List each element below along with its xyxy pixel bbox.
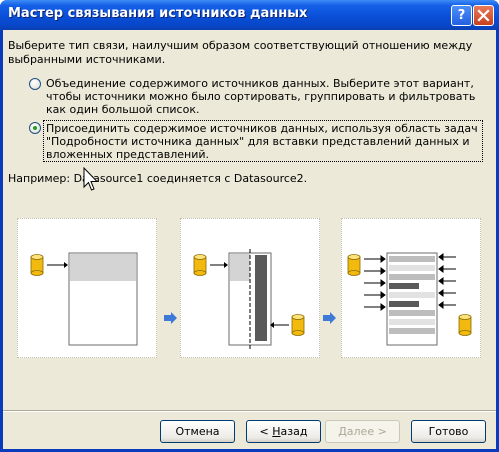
database-icon bbox=[291, 314, 305, 336]
option-join-label[interactable]: Присоединить содержимое источников данны… bbox=[46, 122, 478, 161]
flow-arrow-icon bbox=[323, 309, 337, 328]
back-rest: азад bbox=[280, 425, 308, 438]
intro-text: Выберите тип связи, наилучшим образом со… bbox=[8, 39, 473, 66]
form-view-icon bbox=[68, 252, 138, 346]
close-icon bbox=[477, 9, 490, 22]
close-button[interactable] bbox=[473, 5, 494, 26]
button-separator bbox=[3, 410, 496, 412]
example-text: Например: Datasource1 соединяется с Data… bbox=[8, 172, 308, 185]
radio-merge[interactable] bbox=[29, 78, 41, 90]
window-title: Мастер связывания источников данных bbox=[8, 6, 308, 21]
flow-arrow-icon bbox=[164, 309, 178, 328]
database-icon bbox=[458, 314, 472, 336]
back-prefix: < bbox=[259, 425, 273, 438]
database-icon bbox=[347, 254, 361, 276]
radio-join[interactable] bbox=[29, 122, 41, 134]
dialog-window: Мастер связывания источников данных ? Вы… bbox=[0, 0, 499, 452]
title-bar[interactable]: Мастер связывания источников данных ? bbox=[0, 0, 499, 30]
diagram-panel-source bbox=[17, 218, 157, 358]
database-icon bbox=[30, 254, 44, 276]
arrow-left-icon bbox=[270, 322, 289, 328]
diagram-panel-joined bbox=[341, 218, 481, 358]
help-button[interactable]: ? bbox=[451, 5, 472, 26]
back-button[interactable]: < Назад bbox=[246, 420, 321, 443]
back-accesskey: Н bbox=[272, 425, 281, 438]
next-button[interactable]: Далее > bbox=[325, 420, 400, 443]
cancel-button[interactable]: Отмена bbox=[160, 420, 235, 443]
arrows-left-icon bbox=[438, 253, 456, 309]
mouse-cursor-icon bbox=[83, 166, 99, 197]
finish-button[interactable]: Готово bbox=[411, 420, 486, 443]
radio-selected-dot bbox=[33, 126, 37, 130]
table-view-icon bbox=[386, 252, 438, 346]
arrows-right-icon bbox=[364, 255, 386, 311]
arrow-right-icon bbox=[210, 262, 228, 268]
option-merge-label[interactable]: Объединение содержимого источников данны… bbox=[46, 77, 486, 116]
diagram-panel-split bbox=[180, 218, 320, 358]
database-icon bbox=[193, 254, 207, 276]
dialog-body: Выберите тип связи, наилучшим образом со… bbox=[3, 30, 496, 449]
arrow-right-icon bbox=[47, 262, 68, 268]
split-view-icon bbox=[228, 249, 272, 351]
